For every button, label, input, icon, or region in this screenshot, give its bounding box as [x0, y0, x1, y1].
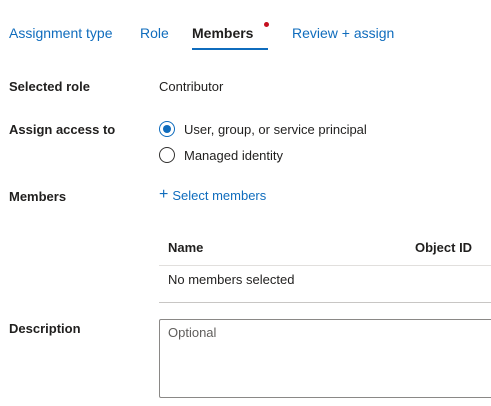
description-input[interactable] [159, 319, 491, 398]
column-header-name[interactable]: Name [168, 240, 203, 255]
description-label: Description [9, 321, 81, 336]
select-members-link[interactable]: + Select members [159, 187, 266, 203]
radio-label-user-group: User, group, or service principal [184, 121, 367, 137]
radio-user-group-service-principal[interactable]: User, group, or service principal [159, 121, 367, 137]
dot-icon [264, 22, 269, 27]
assign-access-label: Assign access to [9, 122, 116, 137]
wizard-tabs: Assignment type Role Members Review + as… [9, 22, 491, 50]
radio-managed-identity[interactable]: Managed identity [159, 147, 283, 163]
radio-checked-icon [159, 121, 175, 137]
tab-members[interactable]: Members [192, 22, 269, 50]
selected-role-value: Contributor [159, 79, 224, 94]
tab-members-label: Members [192, 25, 254, 41]
table-header-divider [159, 265, 491, 266]
table-bottom-divider [159, 302, 491, 303]
tab-assignment-type[interactable]: Assignment type [9, 22, 113, 48]
plus-icon: + [159, 186, 169, 203]
radio-unchecked-icon [159, 147, 175, 163]
select-members-label: Select members [172, 187, 267, 203]
radio-label-managed-identity: Managed identity [184, 147, 284, 163]
column-header-object-id[interactable]: Object ID [415, 240, 472, 255]
tab-role[interactable]: Role [140, 22, 169, 48]
empty-members-message: No members selected [168, 272, 295, 287]
selected-role-label: Selected role [9, 79, 90, 94]
tab-review-assign[interactable]: Review + assign [292, 22, 394, 48]
members-label: Members [9, 189, 67, 204]
